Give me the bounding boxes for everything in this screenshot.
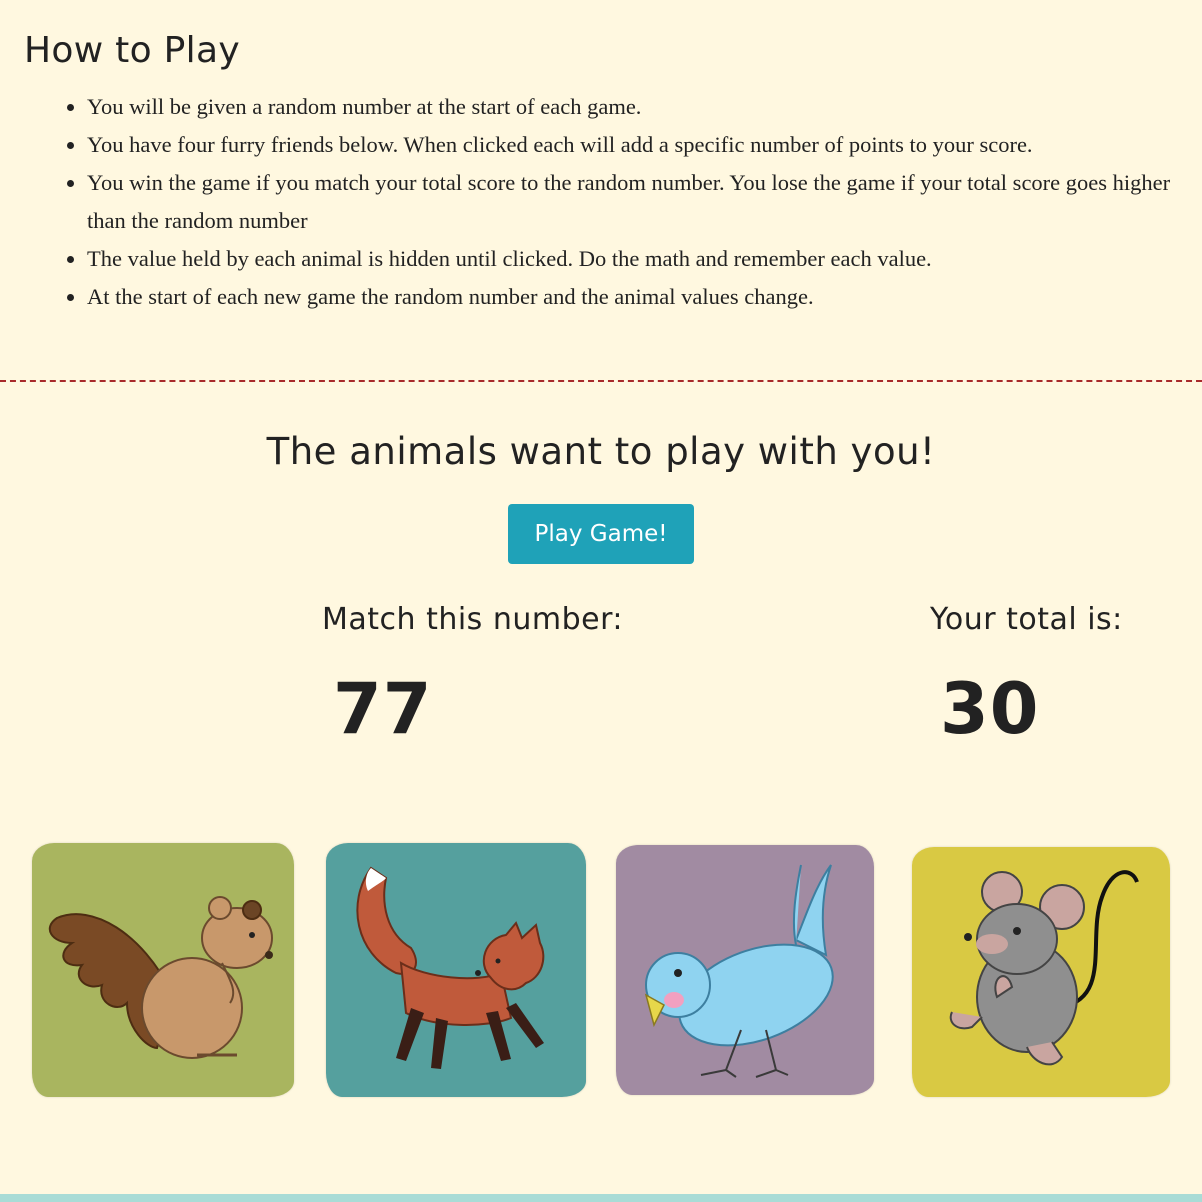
rule-item: You win the game if you match your total… [87, 164, 1172, 240]
mouse-card[interactable] [912, 847, 1170, 1097]
mouse-icon [912, 847, 1170, 1097]
match-number-value: 77 [333, 668, 433, 750]
fox-icon [326, 843, 586, 1097]
bird-card[interactable] [616, 845, 874, 1095]
rules-list: You will be given a random number at the… [0, 88, 1172, 316]
fox-card[interactable] [326, 843, 586, 1097]
section-divider [0, 380, 1202, 382]
play-game-button[interactable]: Play Game! [508, 504, 694, 564]
total-label: Your total is: [930, 602, 1123, 637]
match-number-label: Match this number: [322, 602, 624, 637]
how-to-play-heading: How to Play [24, 30, 240, 71]
rule-item: You will be given a random number at the… [87, 88, 1172, 126]
rule-item: You have four furry friends below. When … [87, 126, 1172, 164]
footer-bar [0, 1194, 1202, 1202]
squirrel-icon [32, 843, 294, 1097]
bird-icon [616, 845, 874, 1095]
squirrel-card[interactable] [32, 843, 294, 1097]
rule-item: The value held by each animal is hidden … [87, 240, 1172, 278]
game-title: The animals want to play with you! [266, 430, 936, 473]
rule-item: At the start of each new game the random… [87, 278, 1172, 316]
total-value: 30 [940, 668, 1040, 750]
